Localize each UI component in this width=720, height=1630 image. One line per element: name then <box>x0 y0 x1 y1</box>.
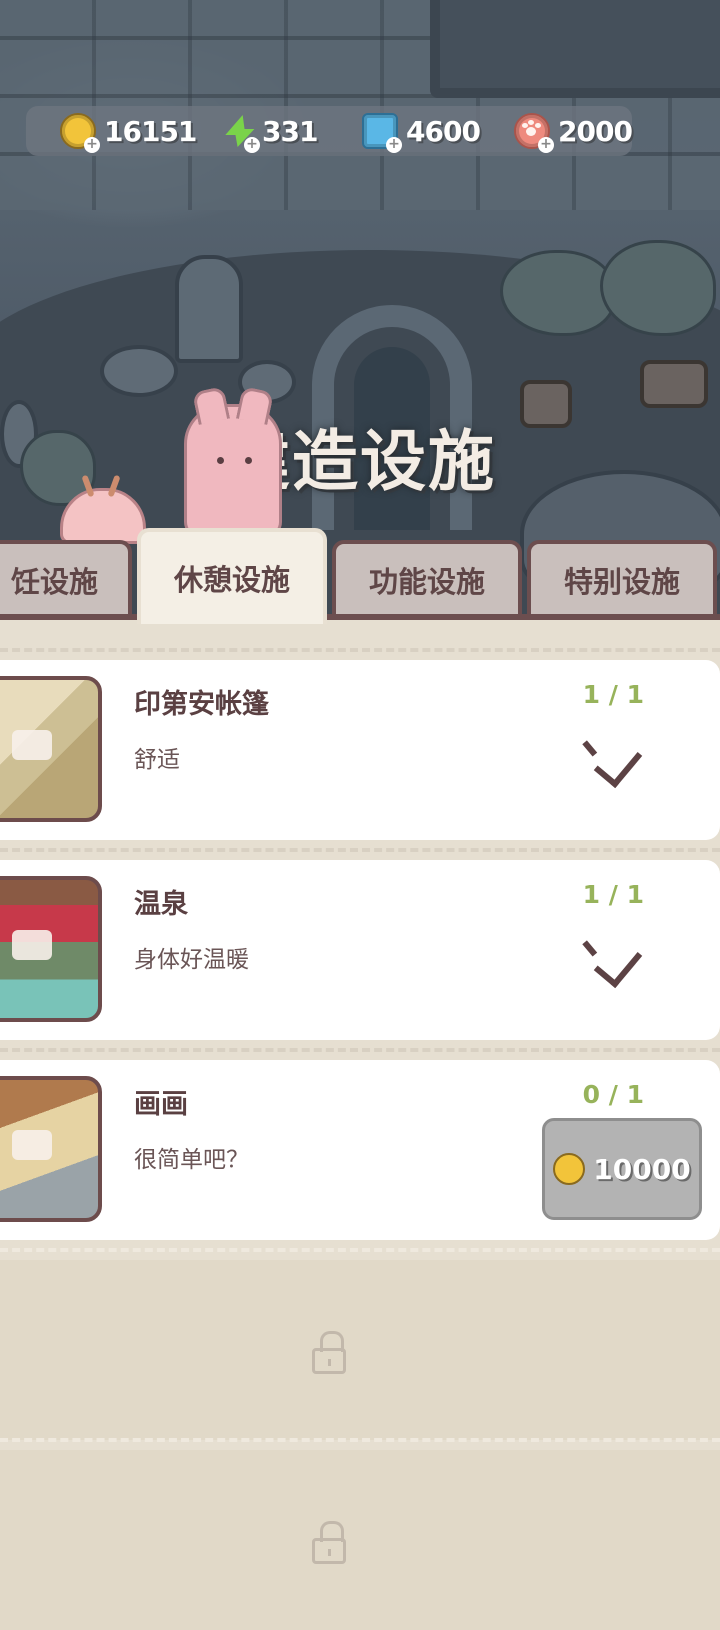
gem-icon <box>362 113 402 153</box>
tab-label: 特别设施 <box>563 565 680 599</box>
item-name: 印第安帐篷 <box>134 689 269 720</box>
item-count: 0 / 1 <box>582 1080 644 1109</box>
tab-label: 功能设施 <box>368 565 485 599</box>
coin-icon <box>553 1153 586 1185</box>
buy-button[interactable]: 10000 <box>542 1118 702 1220</box>
paw-value: 2000 <box>558 114 633 148</box>
list-item[interactable]: 画画 很简单吧？ 0 / 1 10000 <box>0 1048 720 1240</box>
locked-slot <box>0 1438 720 1630</box>
energy-value: 331 <box>262 114 318 148</box>
item-desc: 很简单吧？ <box>134 1147 249 1173</box>
energy-counter[interactable]: 331 <box>222 106 318 156</box>
tab-label: 休憩设施 <box>173 563 290 597</box>
stone-lamp <box>175 255 243 363</box>
currency-bar: 16151 331 4600 2000 <box>26 106 633 156</box>
lightning-icon <box>222 115 260 153</box>
wall-window <box>430 0 720 98</box>
cat-eye <box>245 457 252 464</box>
gem-value: 4600 <box>406 114 481 148</box>
checkmark-icon <box>593 937 643 989</box>
item-count: 1 / 1 <box>582 880 644 909</box>
plant <box>500 250 616 336</box>
divider <box>0 1248 720 1252</box>
item-name: 温泉 <box>134 889 188 920</box>
list-item[interactable]: 温泉 身体好温暖 1 / 1 <box>0 848 720 1040</box>
hot-spring-thumbnail <box>0 876 102 1022</box>
tab-special[interactable]: 特别设施 <box>527 540 717 616</box>
price-label: 10000 <box>593 1152 691 1186</box>
category-tabs: 饪设施 休憩设施 功能设施 特别设施 <box>0 528 720 628</box>
lock-icon <box>312 1331 346 1374</box>
paw-icon <box>514 113 554 153</box>
locked-slot <box>0 1248 720 1440</box>
gem-counter[interactable]: 4600 <box>362 106 481 156</box>
teepee-thumbnail <box>0 676 102 822</box>
coin-counter[interactable]: 16151 <box>60 106 197 156</box>
tab-function[interactable]: 功能设施 <box>332 540 522 616</box>
divider <box>0 648 720 652</box>
coin-value: 16151 <box>104 114 197 148</box>
divider <box>0 1438 720 1442</box>
list-item[interactable]: 印第安帐篷 舒适 1 / 1 <box>0 648 720 840</box>
rock <box>100 345 178 397</box>
facility-list[interactable]: 印第安帐篷 舒适 1 / 1 温泉 身体好温暖 1 / 1 画画 很简单吧？ 0… <box>0 620 720 1630</box>
item-count: 1 / 1 <box>582 680 644 709</box>
paw-counter[interactable]: 2000 <box>514 106 633 156</box>
painting-thumbnail <box>0 1076 102 1222</box>
flower-bush <box>600 240 716 336</box>
item-name: 画画 <box>134 1089 188 1120</box>
cat-eye <box>217 457 224 464</box>
tab-cooking[interactable]: 饪设施 <box>0 540 132 616</box>
item-desc: 舒适 <box>134 747 180 773</box>
shelf <box>640 360 708 408</box>
checkmark-icon <box>593 737 643 789</box>
coin-icon <box>60 113 100 153</box>
divider <box>0 848 720 852</box>
tab-label: 饪设施 <box>10 565 98 599</box>
pink-cat-character[interactable] <box>184 404 282 538</box>
item-desc: 身体好温暖 <box>134 947 249 973</box>
divider <box>0 1048 720 1052</box>
tab-rest[interactable]: 休憩设施 <box>137 528 327 624</box>
lock-icon <box>312 1521 346 1564</box>
